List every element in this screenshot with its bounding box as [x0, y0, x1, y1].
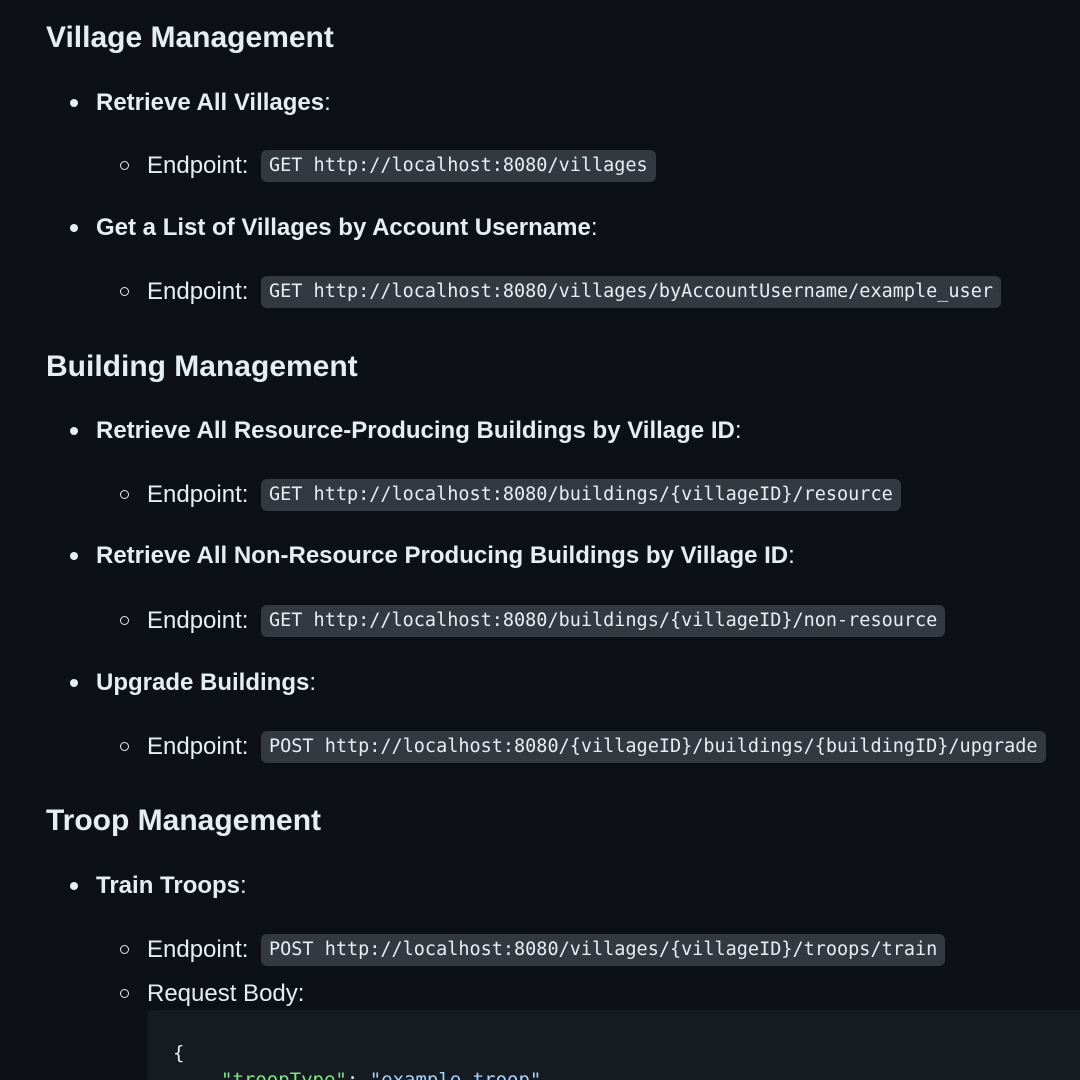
endpoint-label: Endpoint:	[147, 152, 249, 179]
circle-bullet-icon	[120, 989, 129, 998]
item-colon: :	[240, 872, 247, 899]
endpoint-code: GET http://localhost:8080/villages/byAcc…	[261, 276, 1001, 308]
item-colon: :	[788, 542, 795, 569]
bullet-icon	[70, 224, 78, 232]
circle-bullet-icon	[120, 490, 129, 499]
endpoint-label: Endpoint:	[147, 278, 249, 305]
endpoint-code: GET http://localhost:8080/villages	[261, 150, 656, 182]
endpoint-code: POST http://localhost:8080/villages/{vil…	[261, 934, 946, 966]
bullet-icon	[70, 882, 78, 890]
json-key: "troopType"	[221, 1069, 347, 1080]
endpoint-code: GET http://localhost:8080/buildings/{vil…	[261, 605, 946, 637]
code-line-troop-type: "troopType": "example_troop"	[221, 1069, 541, 1080]
endpoint-label: Endpoint:	[147, 607, 249, 634]
item-label: Get a List of Villages by Account Userna…	[96, 214, 591, 241]
item-colon: :	[324, 89, 331, 116]
bullet-icon	[70, 99, 78, 107]
json-value: "example_troop"	[369, 1069, 542, 1080]
circle-bullet-icon	[120, 287, 129, 296]
item-label: Retrieve All Resource-Producing Building…	[96, 417, 735, 444]
item-colon: :	[734, 417, 742, 444]
item-label: Retrieve All Non-Resource Producing Buil…	[96, 542, 789, 569]
readme-content: Village Management Retrieve All Villages…	[46, 0, 1080, 1080]
bullet-icon	[70, 679, 78, 687]
endpoint-code: POST http://localhost:8080/{villageID}/b…	[261, 731, 1046, 763]
circle-bullet-icon	[120, 616, 129, 625]
item-label: Train Troops	[96, 872, 241, 899]
circle-bullet-icon	[120, 945, 129, 954]
item-colon: :	[590, 214, 598, 241]
item-colon: :	[309, 669, 317, 696]
section-heading-village-management: Village Management	[46, 21, 334, 54]
circle-bullet-icon	[120, 742, 129, 751]
code-line-open-brace: {	[173, 1042, 185, 1064]
bullet-icon	[70, 552, 78, 560]
item-label: Retrieve All Villages	[96, 89, 325, 116]
item-label: Upgrade Buildings	[96, 669, 310, 696]
endpoint-label: Endpoint:	[147, 481, 249, 508]
request-body-label: Request Body:	[147, 980, 305, 1007]
endpoint-label: Endpoint:	[147, 936, 249, 963]
endpoint-label: Endpoint:	[147, 733, 249, 760]
endpoint-code: GET http://localhost:8080/buildings/{vil…	[261, 479, 901, 511]
json-separator: :	[346, 1069, 370, 1080]
section-heading-troop-management: Troop Management	[46, 804, 322, 837]
section-heading-building-management: Building Management	[46, 350, 358, 383]
bullet-icon	[70, 427, 78, 435]
request-body-code-block: { "troopType": "example_troop"	[147, 1010, 1080, 1080]
circle-bullet-icon	[120, 161, 129, 170]
